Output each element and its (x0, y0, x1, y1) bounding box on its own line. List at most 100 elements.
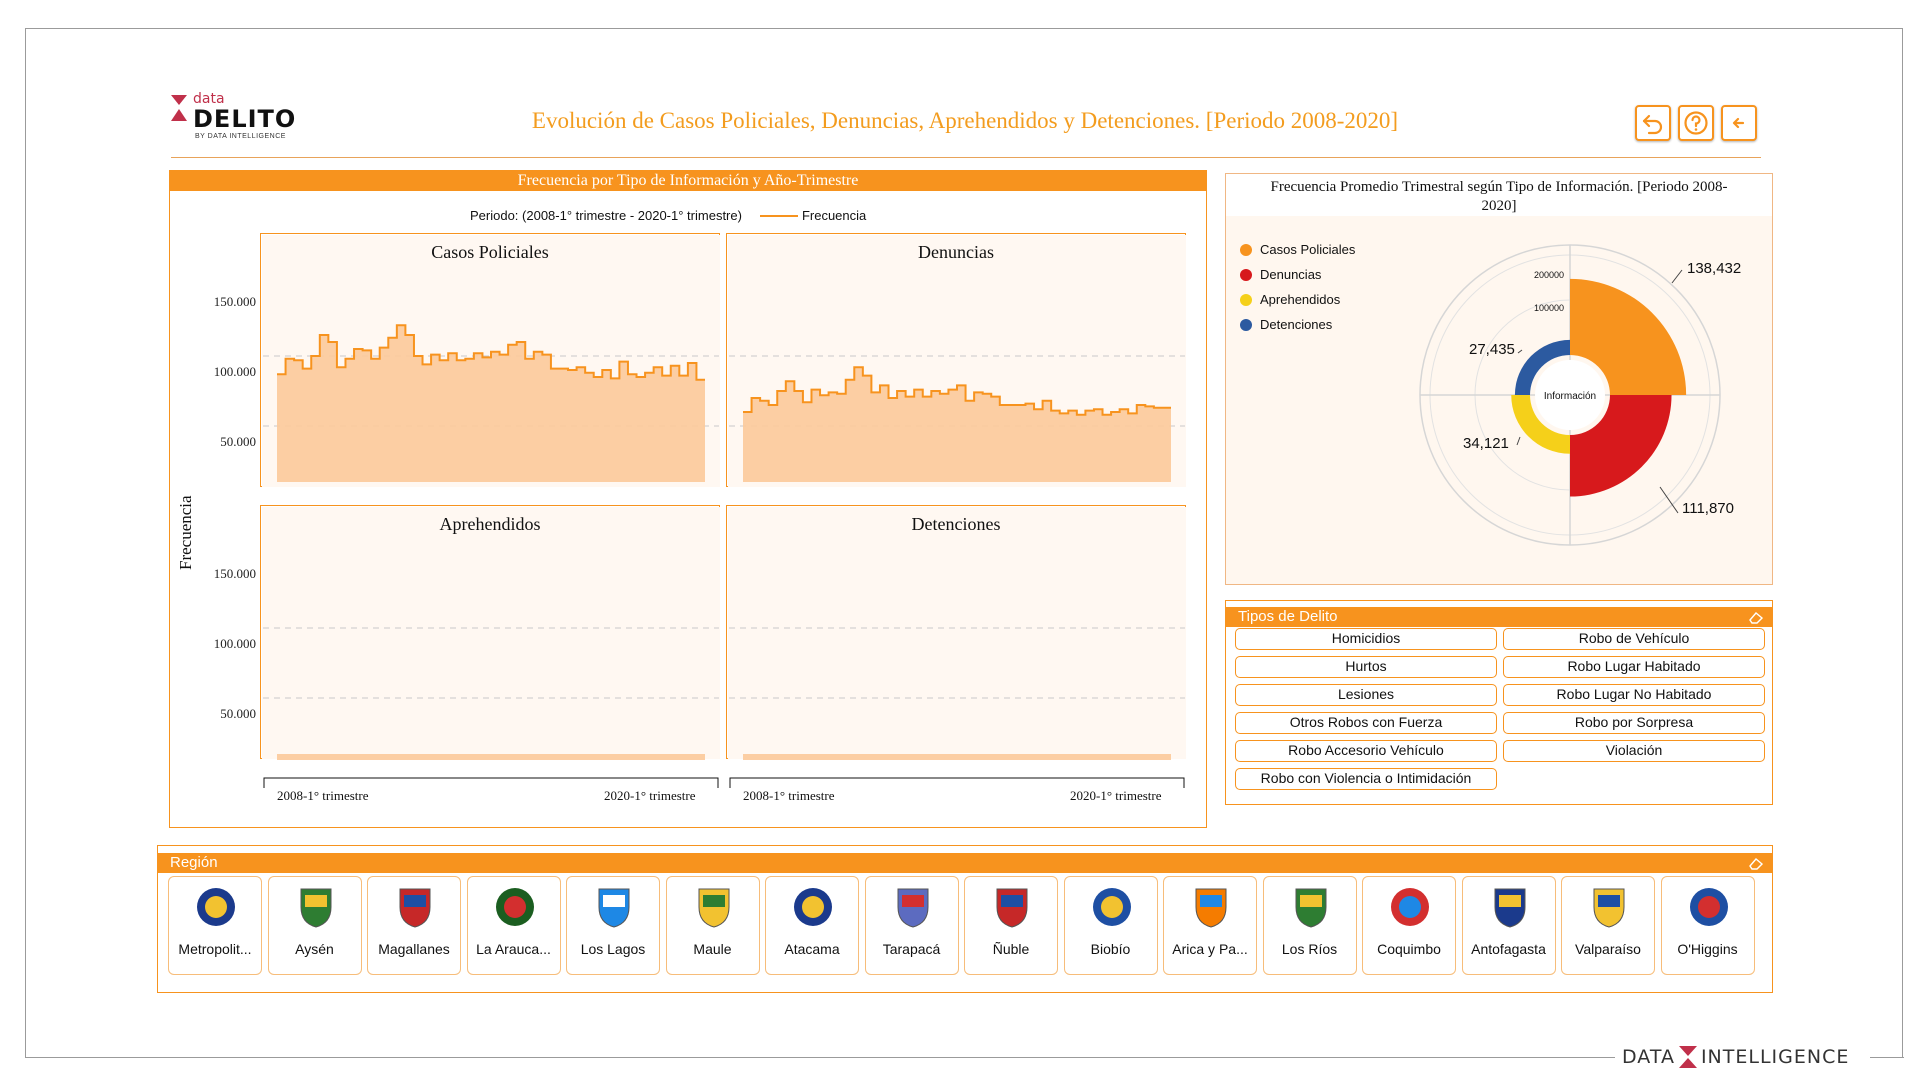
y-tick-label: 50.000 (220, 434, 256, 449)
region-card[interactable]: Los Ríos (1262, 876, 1357, 975)
legend-dot-icon (1240, 318, 1252, 331)
chart-detenciones: Detenciones (726, 505, 1186, 760)
region-card[interactable]: O'Higgins (1660, 876, 1755, 975)
region-card[interactable]: Coquimbo (1362, 876, 1456, 975)
x-end-label: 2020-1° trimestre (604, 788, 696, 803)
region-label: Atacama (784, 941, 840, 957)
period-label: Periodo: (2008-1° trimestre - 2020-1° tr… (470, 208, 742, 223)
crest-detail (603, 895, 625, 907)
eraser-icon[interactable] (1748, 856, 1764, 870)
footer-brand-left: DATA (1622, 1046, 1675, 1068)
x-start-label: 2008-1° trimestre (277, 788, 369, 803)
delito-button-hurtos[interactable]: Hurtos (1235, 656, 1497, 678)
region-card[interactable]: Tarapacá (864, 876, 959, 975)
crest-detail (503, 896, 526, 918)
y-tick-label: 100.000 (213, 364, 256, 379)
value-label: 138,432 (1687, 260, 1742, 277)
region-crest-icon (794, 888, 832, 926)
chart-legend: Periodo: (2008-1° trimestre - 2020-1° tr… (470, 208, 866, 223)
legend-item[interactable]: Detenciones (1240, 312, 1355, 337)
region-card[interactable]: Los Lagos (566, 876, 660, 975)
region-label: Valparaíso (1575, 941, 1641, 957)
y-tick-label: 50.000 (220, 706, 256, 721)
crest-shape (399, 888, 431, 928)
legend-dot-icon (1240, 293, 1252, 306)
value-label: 27,435 (1469, 341, 1515, 358)
crest-detail (1697, 896, 1720, 918)
region-card[interactable]: Biobío (1063, 876, 1158, 975)
crest-detail (304, 895, 327, 907)
delito-button-robo-lugar-no-habitado[interactable]: Robo Lugar No Habitado (1503, 684, 1765, 706)
region-card[interactable]: Valparaíso (1561, 876, 1655, 975)
region-crest-icon (698, 888, 729, 928)
legend-label: Detenciones (1260, 317, 1333, 332)
crest-shape (897, 888, 928, 928)
legend-label: Casos Policiales (1260, 242, 1356, 257)
crest-shape (1195, 888, 1227, 928)
crest-shape (996, 888, 1028, 928)
region-crest-icon (598, 888, 630, 928)
region-label: Arica y Pa... (1172, 941, 1248, 957)
region-card[interactable]: Metropolit... (168, 876, 262, 975)
delito-button-robo-violencia[interactable]: Robo con Violencia o Intimidación (1235, 768, 1497, 790)
help-button[interactable] (1678, 105, 1714, 141)
region-crest-icon (399, 888, 431, 928)
region-card[interactable]: Atacama (765, 876, 859, 975)
area-fill (743, 754, 1171, 760)
region-card[interactable]: Magallanes (367, 876, 461, 975)
delito-button-lesiones[interactable]: Lesiones (1235, 684, 1497, 706)
region-card[interactable]: Maule (665, 876, 760, 975)
delito-button-homicidios[interactable]: Homicidios (1235, 628, 1497, 650)
legend-label: Denuncias (1260, 267, 1322, 282)
crest-detail (1200, 895, 1222, 907)
frequency-panel-title: Frecuencia por Tipo de Información y Año… (170, 171, 1206, 191)
region-crest-icon (1391, 888, 1429, 926)
datadelito-logo: data DELITO BY DATA INTELLIGENCE (171, 91, 311, 143)
region-crest-icon (197, 888, 235, 926)
region-crest-icon (1494, 888, 1525, 928)
region-card[interactable]: Antofagasta (1461, 876, 1556, 975)
region-card[interactable]: Aysén (267, 876, 362, 975)
legend-dot-icon (1240, 243, 1252, 256)
area-chart-svg (728, 235, 1186, 487)
crest-detail (1598, 895, 1620, 907)
region-crest-icon (897, 888, 928, 928)
crest-shape (1494, 888, 1525, 928)
back-arrow-icon (1732, 117, 1745, 129)
crest-detail (1299, 895, 1322, 907)
chart-denuncias: Denuncias (726, 233, 1186, 487)
region-card[interactable]: La Arauca... (466, 876, 561, 975)
legend-item[interactable]: Casos Policiales (1240, 237, 1355, 262)
crest-detail (404, 895, 426, 907)
x-start-label: 2008-1° trimestre (743, 788, 835, 803)
delito-button-robo-sorpresa[interactable]: Robo por Sorpresa (1503, 712, 1765, 734)
region-card[interactable]: Arica y Pa... (1163, 876, 1257, 975)
chart-casos-policiales: Casos Policiales (260, 233, 720, 487)
brand-mark-icon (1678, 1046, 1697, 1068)
legend-item[interactable]: Denuncias (1240, 262, 1355, 287)
delito-button-robo-lugar-habitado[interactable]: Robo Lugar Habitado (1503, 656, 1765, 678)
chart-title: Detenciones (911, 514, 1001, 534)
delito-button-robo-vehiculo[interactable]: Robo de Vehículo (1503, 628, 1765, 650)
footer-brand: DATA INTELLIGENCE (1622, 1042, 1849, 1072)
legend-line-swatch (759, 214, 798, 217)
legend-item[interactable]: Aprehendidos (1240, 287, 1355, 312)
eraser-icon[interactable] (1748, 610, 1764, 624)
legend-frequency-label: Frecuencia (801, 208, 867, 223)
crest-shape (598, 888, 630, 928)
chart-title: Aprehendidos (439, 514, 541, 534)
delito-button-otros-robos[interactable]: Otros Robos con Fuerza (1235, 712, 1497, 734)
back-button[interactable] (1721, 105, 1757, 141)
value-label: 34,121 (1463, 435, 1509, 452)
x-end-label: 2020-1° trimestre (1070, 788, 1162, 803)
region-card[interactable]: Ñuble (964, 876, 1058, 975)
area-chart-svg (262, 507, 720, 760)
delito-button-violacion[interactable]: Violación (1503, 740, 1765, 762)
area-fill (277, 754, 705, 760)
pie-legend: Casos Policiales Denuncias Aprehendidos … (1240, 237, 1355, 337)
ring-label: 200000 (1534, 270, 1564, 280)
undo-button[interactable] (1635, 105, 1671, 141)
delito-button-robo-accesorio[interactable]: Robo Accesorio Vehículo (1235, 740, 1497, 762)
crest-detail (702, 895, 725, 907)
region-label: Coquimbo (1377, 941, 1441, 957)
